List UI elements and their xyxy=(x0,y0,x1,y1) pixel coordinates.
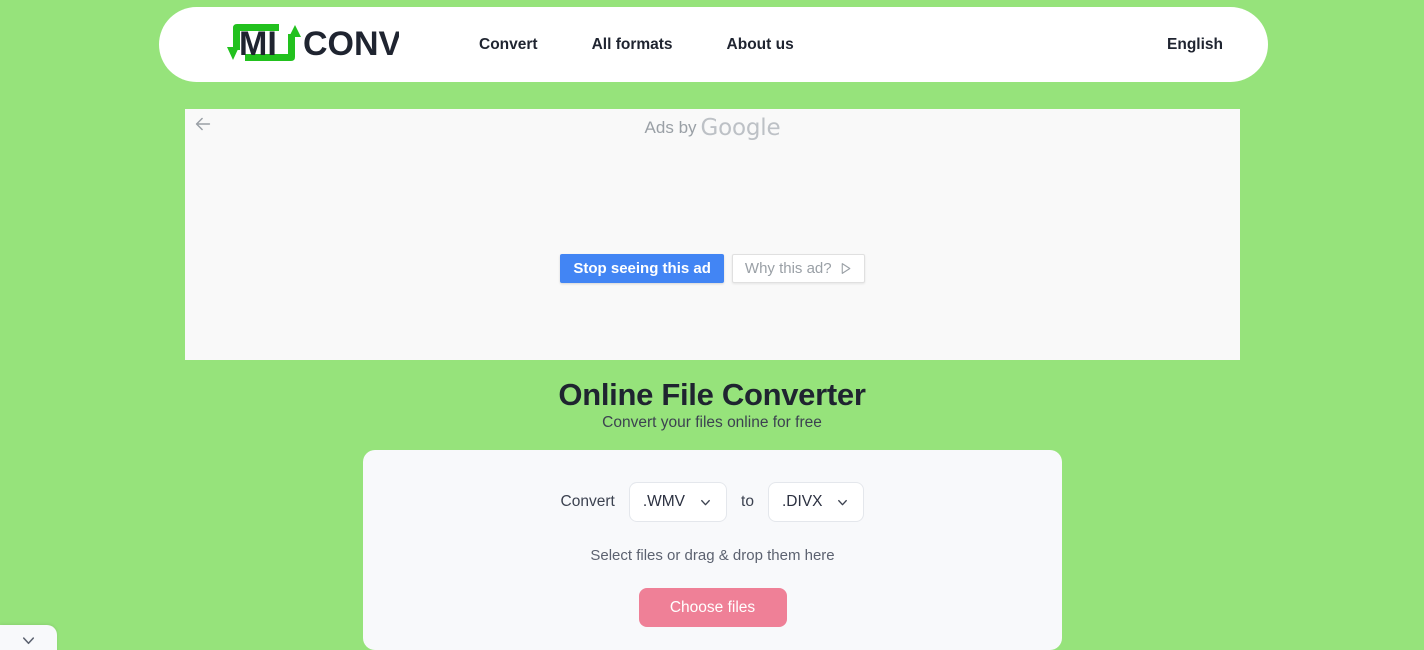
format-selection-row: Convert .WMV to .DIVX xyxy=(363,482,1062,522)
why-this-ad-button[interactable]: Why this ad? xyxy=(731,254,865,283)
chevron-down-icon xyxy=(838,499,848,505)
page-subtitle: Convert your files online for free xyxy=(602,414,822,431)
nav-item-convert[interactable]: Convert xyxy=(479,30,538,60)
page-title: Online File Converter xyxy=(558,377,866,412)
nav-item-all-formats[interactable]: All formats xyxy=(592,30,673,60)
svg-text:MI: MI xyxy=(239,25,277,63)
google-wordmark: Google xyxy=(700,115,781,141)
stop-seeing-ad-button[interactable]: Stop seeing this ad xyxy=(560,254,724,283)
source-format-select[interactable]: .WMV xyxy=(628,482,728,522)
svg-text:CONV: CONV xyxy=(303,25,399,63)
choose-files-button[interactable]: Choose files xyxy=(638,588,787,627)
miconv-logo[interactable]: MI CONV xyxy=(221,22,399,68)
target-format-select[interactable]: .DIVX xyxy=(767,482,865,522)
chevron-down-icon xyxy=(22,637,35,645)
site-header: MI CONV Convert All formats About us Eng… xyxy=(159,7,1268,82)
chevron-down-icon xyxy=(701,499,710,505)
target-format-value: .DIVX xyxy=(781,493,823,510)
source-format-value: .WMV xyxy=(642,493,686,510)
main-nav: Convert All formats About us xyxy=(479,30,794,60)
converter-card: Convert .WMV to .DIVX Select files or dr… xyxy=(363,450,1062,650)
language-selector[interactable]: English xyxy=(1167,36,1223,54)
google-ad-banner: Ads by Google Stop seeing this ad Why thi… xyxy=(185,109,1240,360)
to-label: to xyxy=(741,493,754,510)
file-drop-hint[interactable]: Select files or drag & drop them here xyxy=(363,547,1062,564)
ad-actions: Stop seeing this ad Why this ad? xyxy=(185,254,1240,283)
ads-by-google-label: Ads by Google xyxy=(185,115,1240,141)
ads-by-prefix: Ads by xyxy=(644,118,697,137)
nav-item-about-us[interactable]: About us xyxy=(727,30,794,60)
collapse-panel-tab[interactable] xyxy=(0,625,57,650)
convert-label: Convert xyxy=(560,493,615,510)
play-triangle-icon xyxy=(841,263,850,274)
miconv-logo-mark: MI CONV xyxy=(227,23,399,63)
why-this-ad-label: Why this ad? xyxy=(744,260,832,277)
